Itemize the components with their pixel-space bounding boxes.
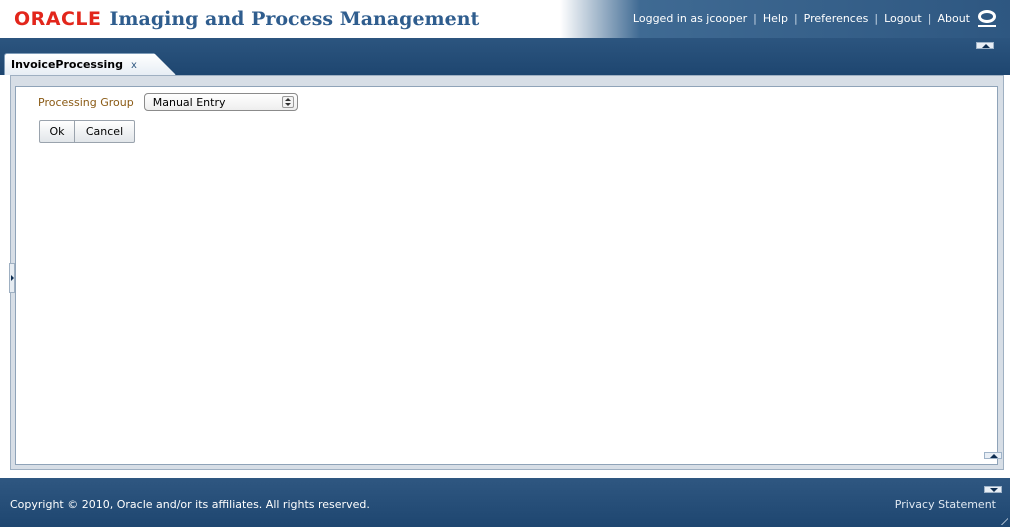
preferences-link[interactable]: Preferences	[804, 12, 869, 25]
link-separator: |	[927, 12, 932, 25]
copyright-text: Copyright © 2010, Oracle and/or its affi…	[10, 498, 370, 511]
app-title: Imaging and Process Management	[109, 8, 480, 30]
collapse-footer-icon[interactable]	[984, 486, 1002, 493]
form-buttons: Ok Cancel	[39, 120, 135, 143]
cancel-button[interactable]: Cancel	[75, 120, 135, 143]
arrow-down-icon	[284, 103, 291, 106]
oracle-o-icon	[978, 10, 996, 23]
processing-group-label: Processing Group	[38, 95, 134, 109]
collapse-content-icon[interactable]	[984, 452, 1002, 459]
processing-group-value: Manual Entry	[152, 95, 226, 109]
processing-group-row: Processing Group Manual Entry	[38, 93, 298, 111]
ok-button[interactable]: Ok	[39, 120, 75, 143]
select-arrows-icon	[281, 96, 294, 108]
oracle-o-underline	[978, 25, 996, 27]
link-separator: |	[753, 12, 757, 25]
logout-link[interactable]: Logout	[884, 12, 922, 25]
collapse-header-icon[interactable]	[976, 42, 994, 49]
tab-invoice-processing[interactable]: InvoiceProcessing x	[4, 53, 176, 75]
global-links: Logged in as jcooper | Help | Preference…	[633, 12, 970, 25]
oracle-logo: ORACLE	[14, 8, 102, 30]
brand: ORACLE Imaging and Process Management	[14, 8, 479, 32]
link-separator: |	[874, 12, 879, 25]
tab-bar: InvoiceProcessing x	[0, 38, 1010, 75]
footer: Copyright © 2010, Oracle and/or its affi…	[0, 478, 1010, 527]
resize-grip-icon[interactable]	[1000, 517, 1008, 525]
processing-group-select[interactable]: Manual Entry	[143, 93, 298, 111]
global-header: ORACLE Imaging and Process Management Lo…	[0, 0, 1010, 38]
about-link[interactable]: About	[937, 12, 970, 25]
link-separator: |	[793, 12, 798, 25]
close-tab-icon[interactable]: x	[131, 60, 137, 71]
arrow-up-icon	[284, 98, 291, 101]
logged-in-user: Logged in as jcooper	[632, 12, 748, 25]
help-link[interactable]: Help	[763, 12, 788, 25]
privacy-statement-link[interactable]: Privacy Statement	[895, 498, 996, 511]
content-panel	[15, 86, 998, 465]
tab-label: InvoiceProcessing	[11, 58, 123, 71]
